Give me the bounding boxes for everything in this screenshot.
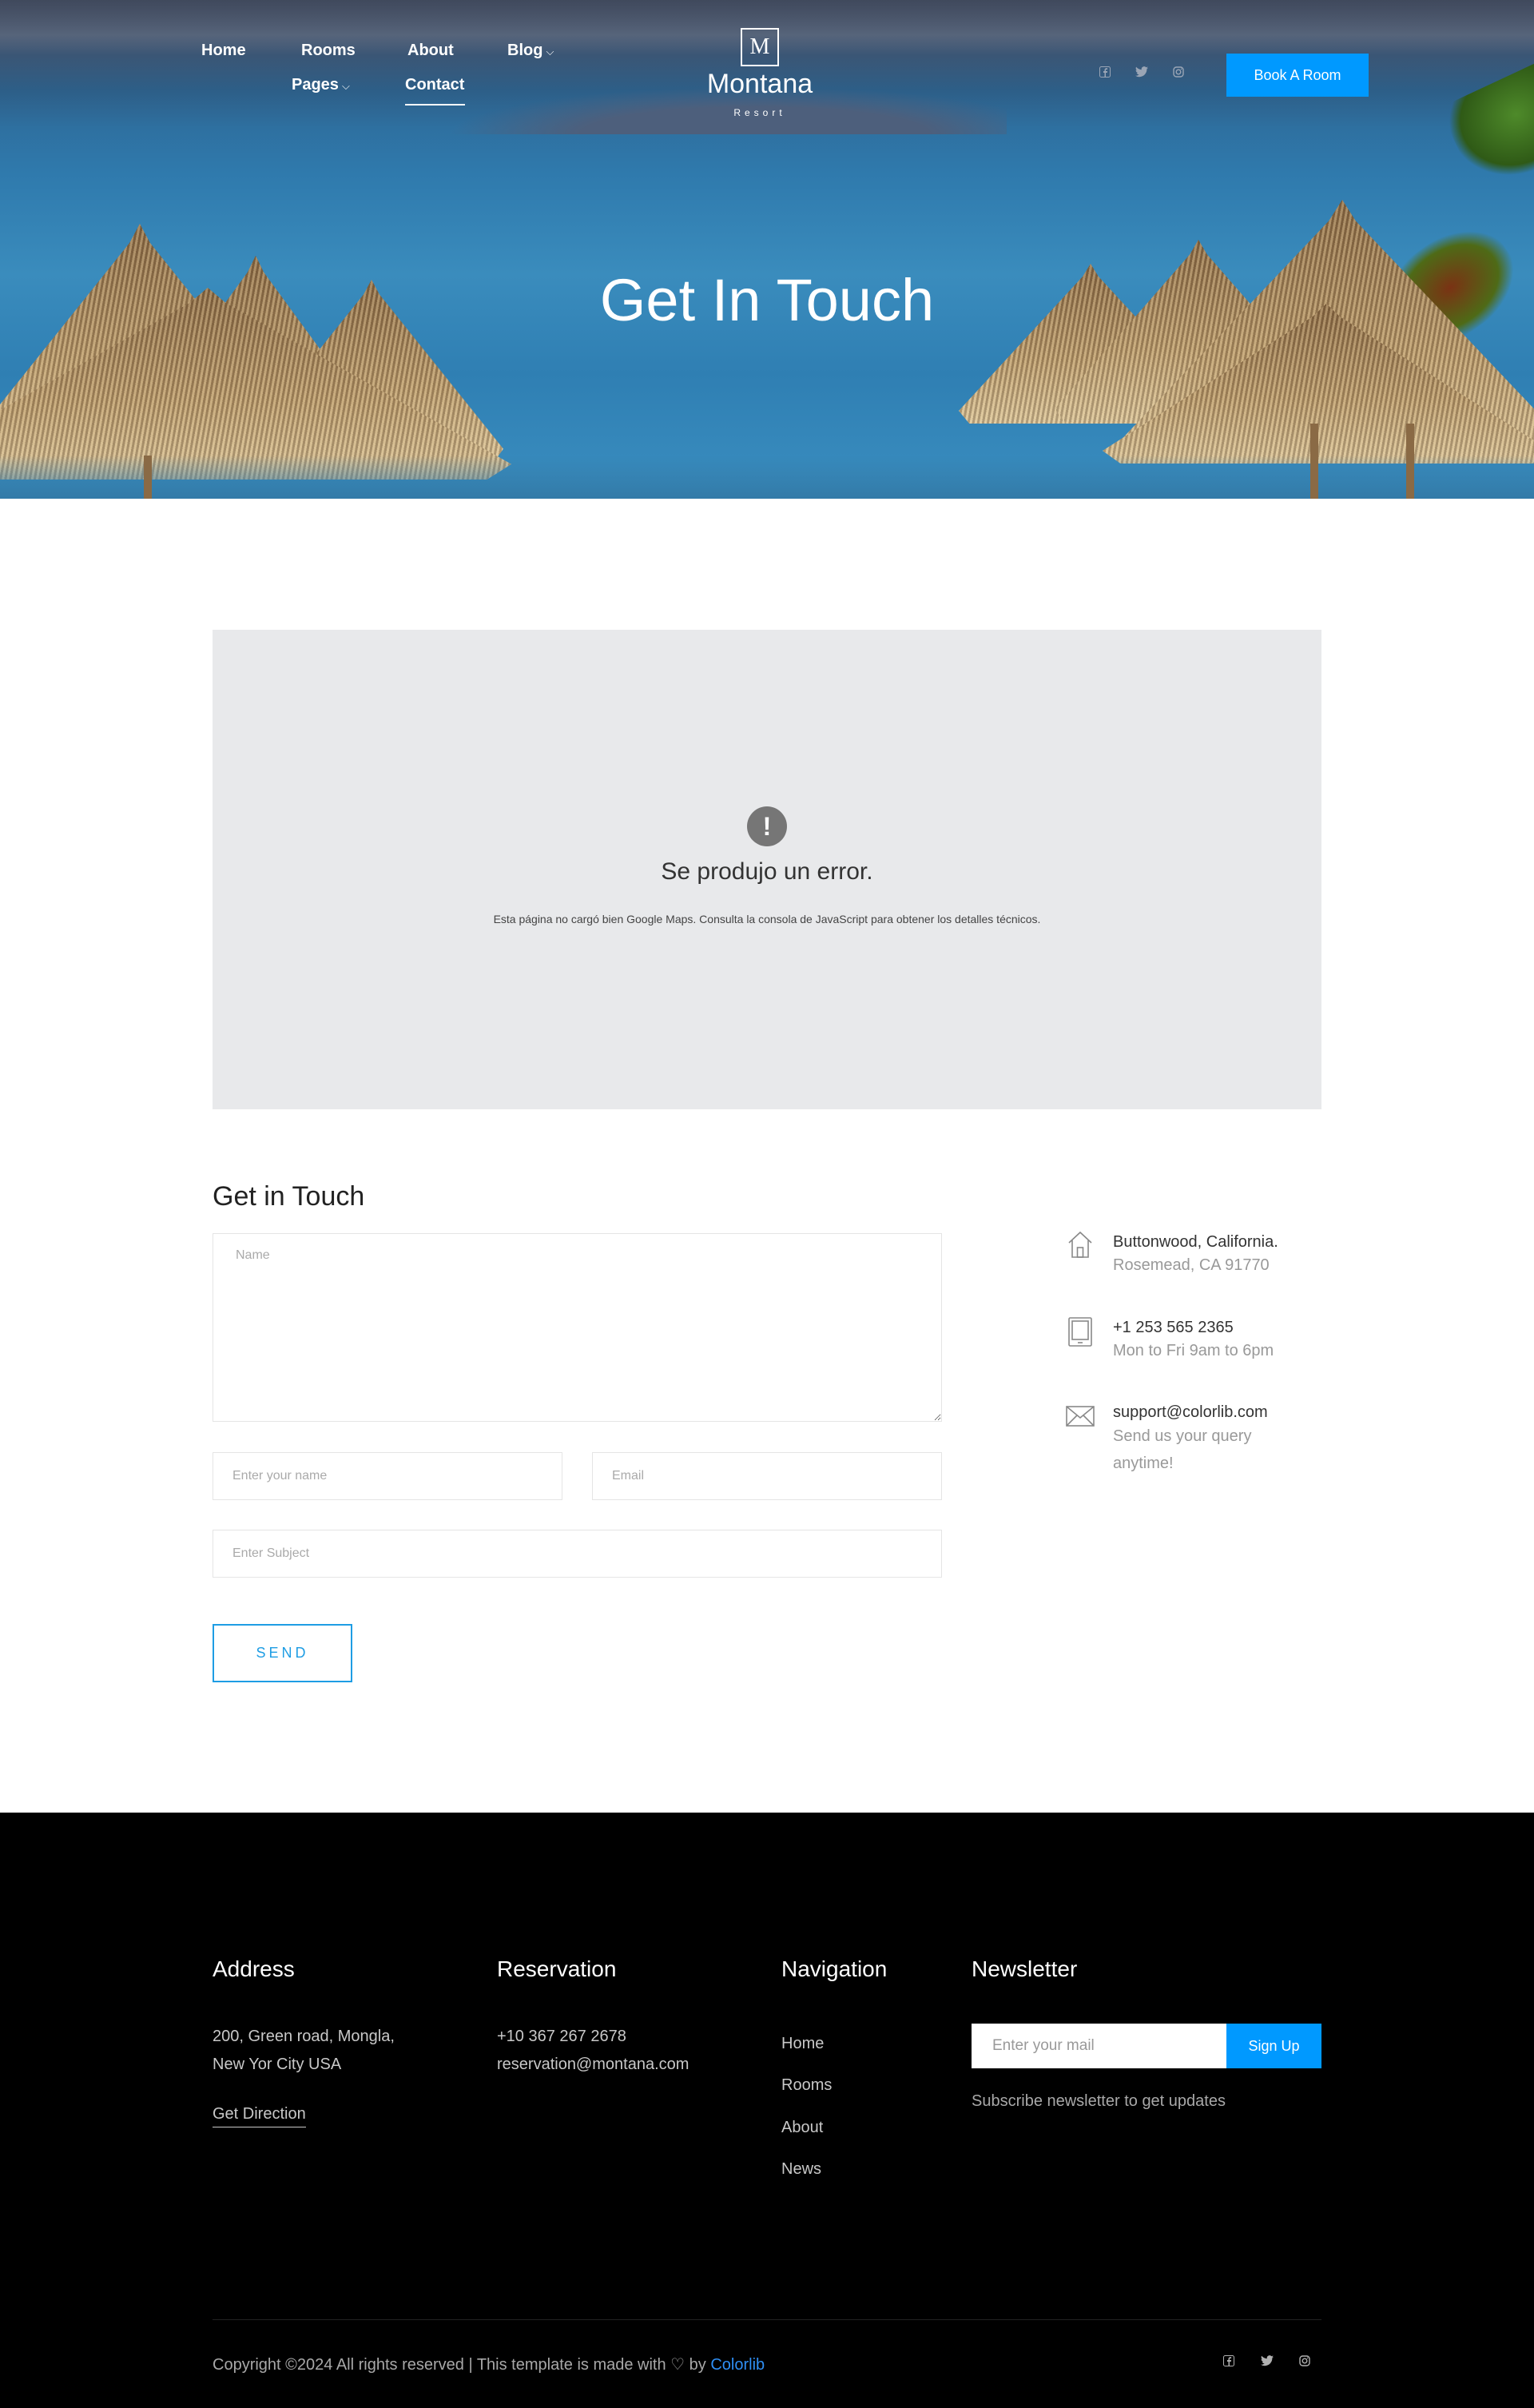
nav-pages-label: Pages [292,76,339,94]
newsletter-signup-button[interactable]: Sign Up [1226,2024,1321,2068]
tablet-icon [1064,1315,1096,1347]
map-error-title: Se produjo un error. [661,858,873,885]
nav-pages[interactable]: Pages ⌵ [292,76,350,94]
info-phone-title: +1 253 565 2365 [1113,1319,1234,1336]
send-button[interactable]: SEND [213,1624,352,1682]
map-error-text: Esta página no cargó bien Google Maps. C… [493,913,1041,925]
footer-reservation-email: reservation@montana.com [497,2056,690,2073]
hero-water [0,456,1534,499]
footer-nav-home[interactable]: Home [781,2035,824,2053]
facebook-icon[interactable] [1220,2354,1238,2372]
info-address-sub: Rosemead, CA 91770 [1113,1256,1270,1274]
nav-blog-label: Blog [507,42,543,59]
copyright-by: by [689,2356,706,2374]
logo-mark[interactable]: M [741,28,779,66]
umbrella-pole [144,456,152,499]
subject-input[interactable] [213,1530,942,1578]
book-room-button[interactable]: Book A Room [1226,54,1369,97]
footer-newsletter-heading: Newsletter [972,1956,1078,1981]
footer-reservation-heading: Reservation [497,1956,617,1981]
info-email-sub: Send us your query anytime! [1113,1427,1252,1472]
nav-about[interactable]: About [407,42,454,60]
info-email-title: support@colorlib.com [1113,1403,1268,1421]
chevron-down-icon: ⌵ [341,80,350,92]
umbrella-pole [1406,424,1414,499]
umbrella-pole [1310,424,1318,499]
hero-banner: Home Rooms About Blog ⌵ Pages ⌵ Contact M … [0,0,1534,499]
footer-address-heading: Address [213,1956,295,1981]
twitter-icon[interactable] [1133,66,1150,83]
envelope-icon [1064,1400,1096,1432]
footer-reservation-phone: +10 367 267 2678 [497,2028,626,2045]
name-input[interactable] [213,1452,562,1500]
instagram-icon[interactable] [1170,66,1187,83]
nav-home[interactable]: Home [201,42,246,60]
error-icon: ! [747,806,787,846]
message-textarea[interactable] [213,1233,942,1422]
colorlib-link[interactable]: Colorlib [710,2356,765,2374]
footer-nav-rooms[interactable]: Rooms [781,2076,832,2095]
twitter-icon[interactable] [1258,2354,1276,2372]
page-title: Get In Touch [599,267,935,333]
nav-rooms[interactable]: Rooms [301,42,356,60]
footer-navigation-heading: Navigation [781,1956,888,1981]
nav-active-indicator [405,104,465,105]
info-address-title: Buttonwood, California. [1113,1233,1278,1251]
email-input[interactable] [592,1452,942,1500]
chevron-down-icon: ⌵ [546,46,554,58]
newsletter-note: Subscribe newsletter to get updates [972,2092,1226,2110]
footer-divider [213,2319,1321,2320]
copyright-prefix: Copyright ©2024 All rights reserved | Th… [213,2356,666,2374]
footer-nav-about[interactable]: About [781,2119,823,2137]
nav-contact[interactable]: Contact [405,76,464,94]
logo-name[interactable]: Montana [671,69,848,100]
info-phone-sub: Mon to Fri 9am to 6pm [1113,1342,1274,1359]
footer-address-line1: 200, Green road, Mongla, [213,2028,395,2045]
home-icon [1064,1228,1096,1260]
copyright-text: Copyright ©2024 All rights reserved | Th… [213,2354,765,2374]
heart-icon: ♡ [670,2356,686,2374]
facebook-icon[interactable] [1096,66,1114,83]
contact-form-title: Get in Touch [213,1181,365,1212]
newsletter-email-input[interactable] [972,2024,1227,2068]
footer-address-line2: New Yor City USA [213,2056,342,2073]
nav-blog[interactable]: Blog ⌵ [507,42,554,60]
logo-subtitle: Resort [733,107,786,118]
instagram-icon[interactable] [1296,2354,1313,2372]
footer-nav-news[interactable]: News [781,2160,821,2179]
get-direction-link[interactable]: Get Direction [213,2105,306,2127]
